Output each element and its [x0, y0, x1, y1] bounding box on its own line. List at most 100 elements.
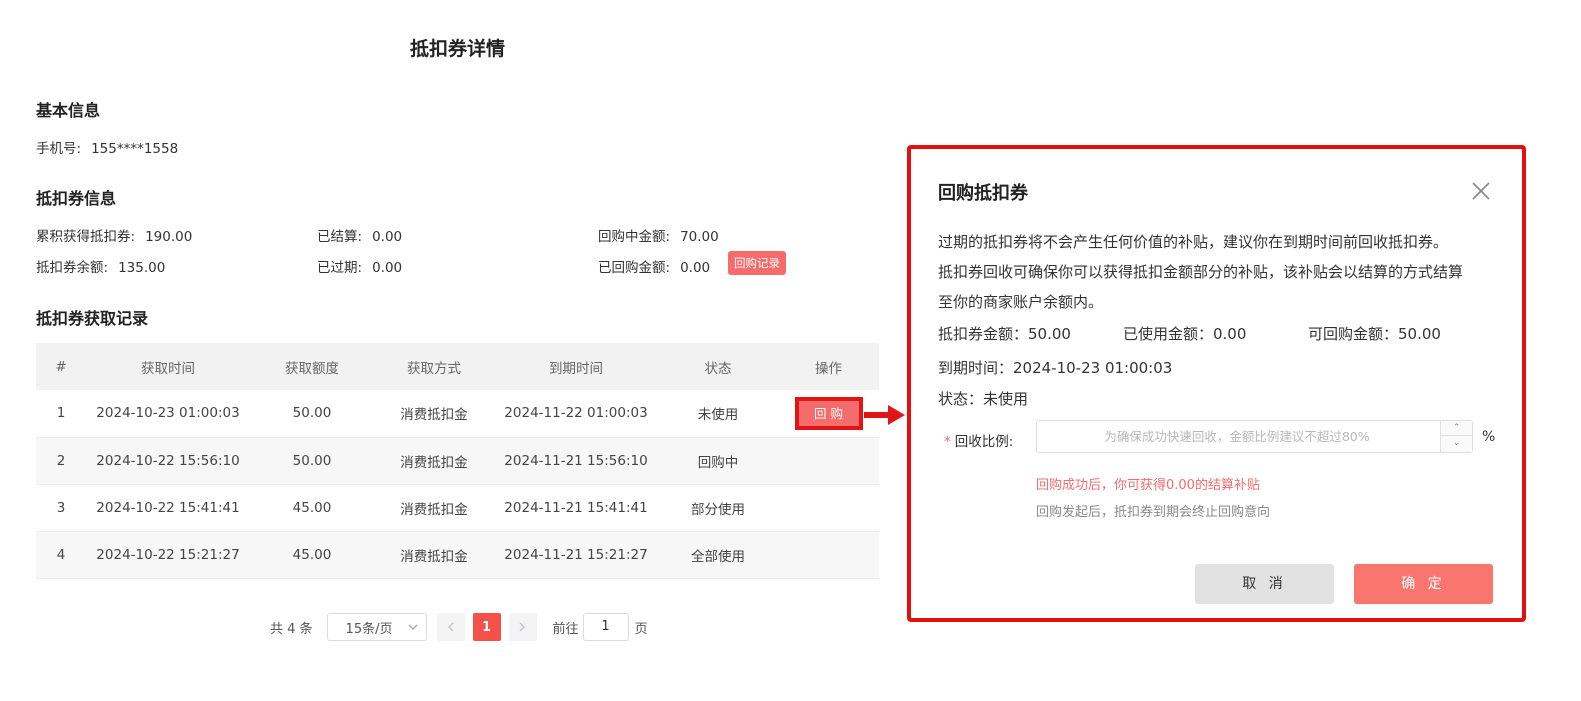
confirm-button[interactable]: 确 定 — [1354, 564, 1493, 604]
cell-time: 2024-10-22 15:21:27 — [86, 531, 250, 579]
cell-method: 消费抵扣金 — [374, 484, 494, 532]
cell-index: 3 — [36, 484, 86, 532]
ratio-label: 回收比例: — [954, 434, 1014, 450]
pagination-total: 共 4 条 — [270, 621, 313, 637]
ratio-input-wrapper: ⌃ ⌄ — [1036, 420, 1473, 453]
cancel-button[interactable]: 取 消 — [1195, 564, 1334, 604]
cell-time: 2024-10-23 01:00:03 — [86, 390, 250, 438]
balance-label: 抵扣券余额: — [36, 260, 109, 276]
cell-action — [778, 437, 879, 485]
phone-value: 155****1558 — [91, 141, 179, 157]
phone-label: 手机号: — [36, 141, 82, 157]
pagination: 共 4 条 15条/页 1 前往 1 页 — [270, 613, 648, 641]
coupon-status: 状态：未使用 — [938, 390, 1029, 408]
prev-page-button[interactable] — [436, 613, 465, 641]
chevron-right-icon — [519, 622, 526, 632]
page-size-value: 15条/页 — [345, 621, 393, 637]
cell-time: 2024-10-22 15:56:10 — [86, 437, 250, 485]
stepper-up-icon[interactable]: ⌃ — [1441, 421, 1472, 436]
buyback-pending-label: 回购中金额: — [598, 229, 671, 245]
col-header-index: # — [36, 343, 86, 390]
total-coupon-value: 190.00 — [145, 229, 193, 245]
table-row: 1 2024-10-23 01:00:03 50.00 消费抵扣金 2024-1… — [36, 390, 879, 438]
terminate-tip: 回购发起后，抵扣券到期会终止回购意向 — [1036, 505, 1271, 520]
col-header-method: 获取方式 — [374, 343, 494, 390]
cell-status: 回购中 — [658, 437, 778, 485]
bought-back-label: 已回购金额: — [598, 260, 671, 276]
buyback-amount: 可回购金额：50.00 — [1308, 325, 1441, 343]
cell-status: 未使用 — [658, 390, 778, 438]
description-line: 至你的商家账户余额内。 — [938, 293, 1104, 311]
next-page-button[interactable] — [508, 613, 537, 641]
chevron-left-icon — [448, 622, 454, 632]
cell-index: 2 — [36, 437, 86, 485]
basic-info-title: 基本信息 — [36, 101, 101, 120]
cell-action — [778, 531, 879, 579]
page-number-button[interactable]: 1 — [472, 613, 501, 641]
dialog-title: 回购抵扣券 — [938, 183, 1028, 204]
ratio-stepper: ⌃ ⌄ — [1440, 421, 1472, 452]
success-tip: 回购成功后，你可获得0.00的结算补贴 — [1036, 478, 1260, 493]
bought-back-row: 已回购金额: 0.00 — [598, 256, 710, 276]
page-suffix: 页 — [634, 621, 648, 637]
cell-method: 消费抵扣金 — [374, 531, 494, 579]
cell-amount: 45.00 — [250, 484, 374, 532]
table-row: 3 2024-10-22 15:41:41 45.00 消费抵扣金 2024-1… — [36, 484, 879, 532]
buyback-dialog: 回购抵扣券 过期的抵扣券将不会产生任何价值的补贴，建议你在到期时间前回收抵扣券。… — [907, 145, 1526, 622]
table-row: 2 2024-10-22 15:56:10 50.00 消费抵扣金 2024-1… — [36, 437, 879, 485]
cell-expire: 2024-11-21 15:56:10 — [494, 437, 658, 485]
bought-back-value: 0.00 — [680, 260, 711, 276]
cell-expire: 2024-11-22 01:00:03 — [494, 390, 658, 438]
buyback-pending-value: 70.00 — [680, 229, 719, 245]
records-table: # 获取时间 获取额度 获取方式 到期时间 状态 操作 1 2024-10-23 … — [36, 343, 879, 579]
ratio-input[interactable] — [1037, 421, 1437, 452]
cell-index: 1 — [36, 390, 86, 438]
goto-label: 前往 — [552, 621, 579, 637]
cell-status: 部分使用 — [658, 484, 778, 532]
expired-row: 已过期: 0.00 — [317, 256, 402, 276]
buyback-record-button[interactable]: 回购记录 — [728, 251, 786, 275]
cell-status: 全部使用 — [658, 531, 778, 579]
col-header-time: 获取时间 — [86, 343, 250, 390]
buyback-button[interactable]: 回 购 — [794, 396, 863, 430]
settled-label: 已结算: — [317, 229, 363, 245]
expired-label: 已过期: — [317, 260, 363, 276]
phone-row: 手机号: 155****1558 — [36, 137, 178, 157]
ratio-field-label: * 回收比例: — [944, 430, 1013, 450]
cell-amount: 50.00 — [250, 390, 374, 438]
cell-expire: 2024-11-21 15:21:27 — [494, 531, 658, 579]
buyback-pending-row: 回购中金额: 70.00 — [598, 225, 719, 245]
coupon-amount: 抵扣券金额：50.00 — [938, 325, 1071, 343]
arrow-right-icon — [864, 405, 905, 425]
cell-amount: 45.00 — [250, 531, 374, 579]
col-header-amount: 获取额度 — [250, 343, 374, 390]
stepper-down-icon[interactable]: ⌄ — [1441, 436, 1472, 451]
balance-row: 抵扣券余额: 135.00 — [36, 256, 165, 276]
required-mark: * — [944, 434, 951, 450]
cell-method: 消费抵扣金 — [374, 390, 494, 438]
coupon-info-title: 抵扣券信息 — [36, 189, 117, 208]
cell-method: 消费抵扣金 — [374, 437, 494, 485]
description-line: 抵扣券回收可确保你可以获得抵扣金额部分的补贴，该补贴会以结算的方式结算 — [938, 263, 1464, 281]
used-amount: 已使用金额：0.00 — [1123, 325, 1247, 343]
expired-value: 0.00 — [372, 260, 403, 276]
total-coupon-label: 累积获得抵扣券: — [36, 229, 136, 245]
chevron-down-icon — [408, 624, 418, 630]
cell-amount: 50.00 — [250, 437, 374, 485]
records-title: 抵扣券获取记录 — [36, 309, 149, 328]
percent-sign: % — [1482, 429, 1496, 445]
total-coupon-row: 累积获得抵扣券: 190.00 — [36, 225, 192, 245]
settled-row: 已结算: 0.00 — [317, 225, 402, 245]
goto-page-input[interactable]: 1 — [582, 613, 629, 641]
close-icon[interactable] — [1469, 179, 1493, 203]
col-header-action: 操作 — [778, 343, 879, 390]
description-line: 过期的抵扣券将不会产生任何价值的补贴，建议你在到期时间前回收抵扣券。 — [938, 233, 1449, 251]
dialog-description: 过期的抵扣券将不会产生任何价值的补贴，建议你在到期时间前回收抵扣券。 抵扣券回收… — [938, 227, 1498, 317]
cell-action — [778, 484, 879, 532]
page-size-select[interactable]: 15条/页 — [326, 613, 427, 641]
cell-expire: 2024-11-21 15:41:41 — [494, 484, 658, 532]
cell-index: 4 — [36, 531, 86, 579]
balance-value: 135.00 — [118, 260, 166, 276]
page-title: 抵扣券详情 — [409, 38, 505, 60]
cell-time: 2024-10-22 15:41:41 — [86, 484, 250, 532]
